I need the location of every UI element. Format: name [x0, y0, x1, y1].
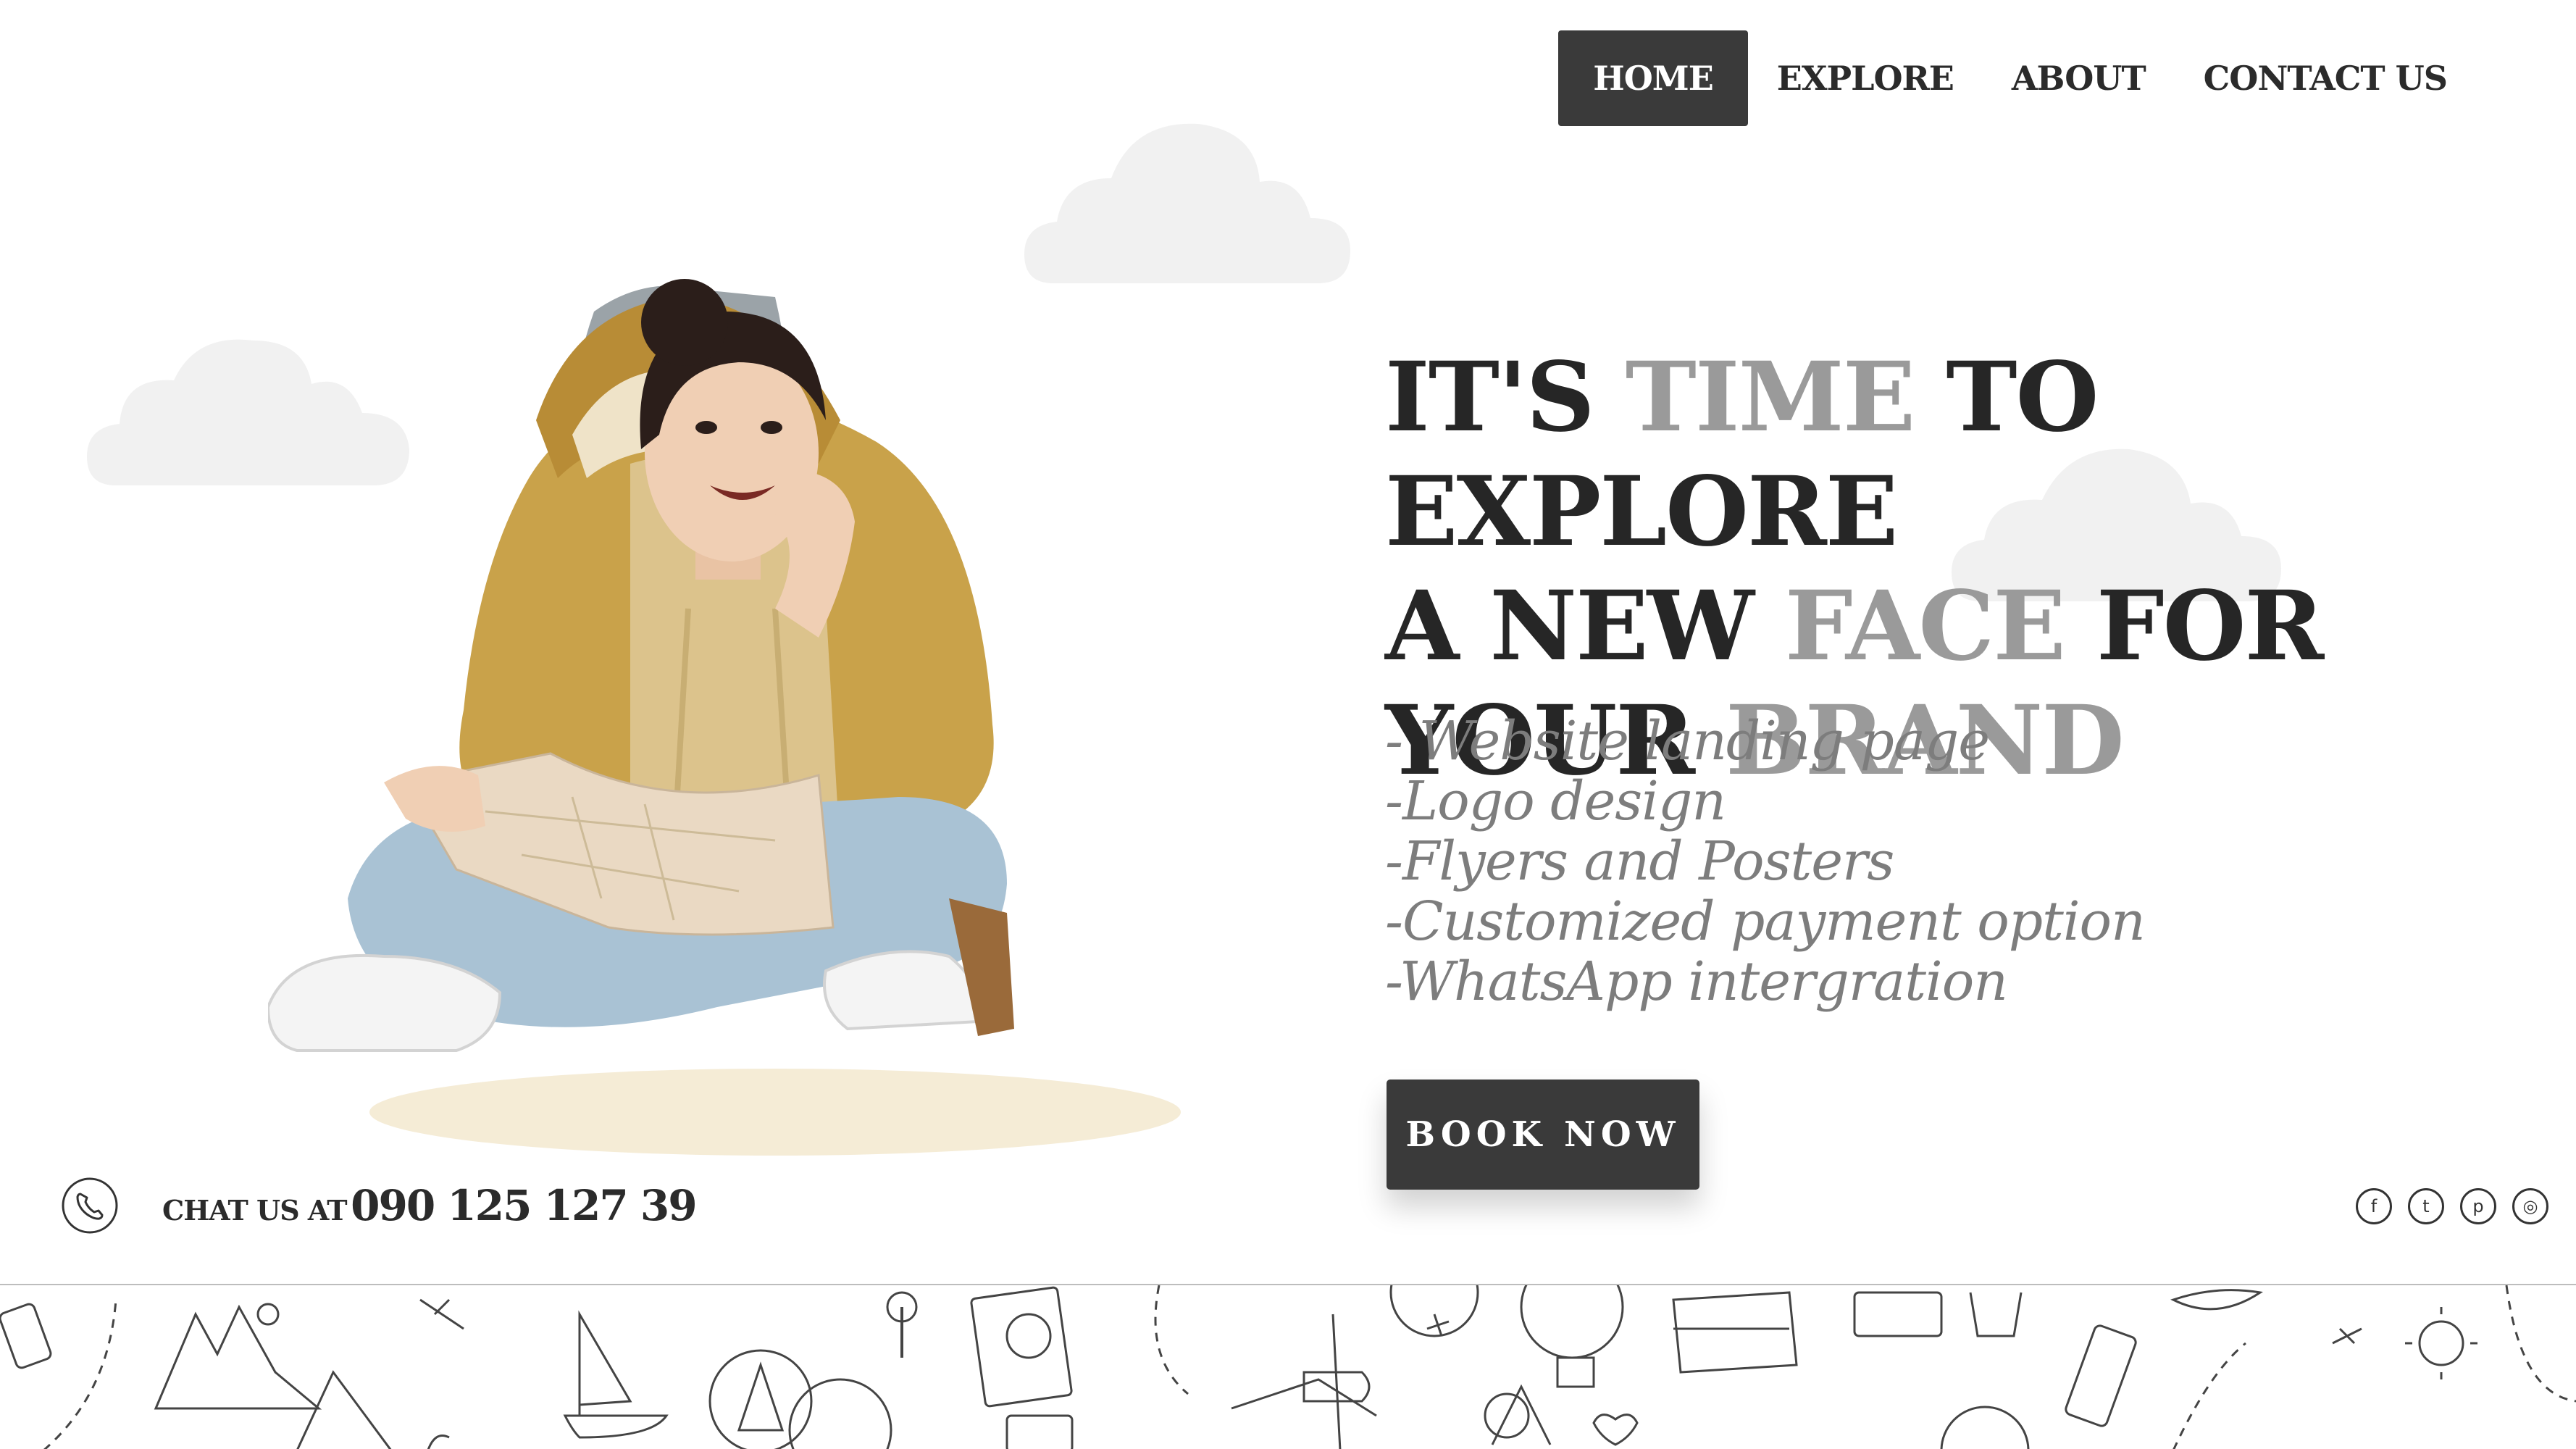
instagram-icon[interactable]: ◎: [2512, 1188, 2548, 1224]
social-links: f t p ◎: [2356, 1188, 2548, 1224]
chat-contact: CHAT US AT 090 125 127 39: [61, 1177, 698, 1235]
service-item: -Logo design: [1385, 770, 1726, 832]
services-list: - Website landing page -Logo design -Fly…: [1385, 710, 2146, 1013]
twitter-icon[interactable]: t: [2408, 1188, 2444, 1224]
hero-traveler-image: [268, 203, 1253, 1159]
book-now-button[interactable]: BOOK NOW: [1387, 1080, 1699, 1190]
nav-item-explore[interactable]: EXPLORE: [1748, 30, 1983, 126]
headline-line-1: IT'S TIME TO EXPLORE: [1385, 341, 2099, 568]
nav-item-contact-us[interactable]: CONTACT US: [2175, 30, 2476, 126]
headline-highlight-face: FACE: [1784, 570, 2066, 682]
service-item: - Website landing page: [1385, 710, 1990, 772]
facebook-icon[interactable]: f: [2356, 1188, 2392, 1224]
chat-phone-number[interactable]: 090 125 127 39: [351, 1181, 697, 1230]
nav-item-home[interactable]: HOME: [1558, 30, 1748, 126]
service-item: -Customized payment option: [1385, 890, 2146, 953]
main-nav: HOME EXPLORE ABOUT CONTACT US: [1558, 30, 2476, 126]
service-item: -Flyers and Posters: [1385, 830, 1894, 893]
headline-highlight-time: TIME: [1625, 341, 1916, 454]
service-item: -WhatsApp intergration: [1385, 951, 2008, 1013]
chat-text: CHAT US AT 090 125 127 39: [162, 1181, 698, 1230]
phone-icon[interactable]: [61, 1177, 119, 1235]
chat-label: CHAT US AT: [162, 1194, 348, 1227]
travel-doodle-pattern: [0, 1284, 2576, 1449]
headline-line-2: A NEW FACE FOR: [1385, 570, 2324, 682]
pinterest-icon[interactable]: p: [2460, 1188, 2496, 1224]
nav-item-about[interactable]: ABOUT: [1983, 30, 2175, 126]
